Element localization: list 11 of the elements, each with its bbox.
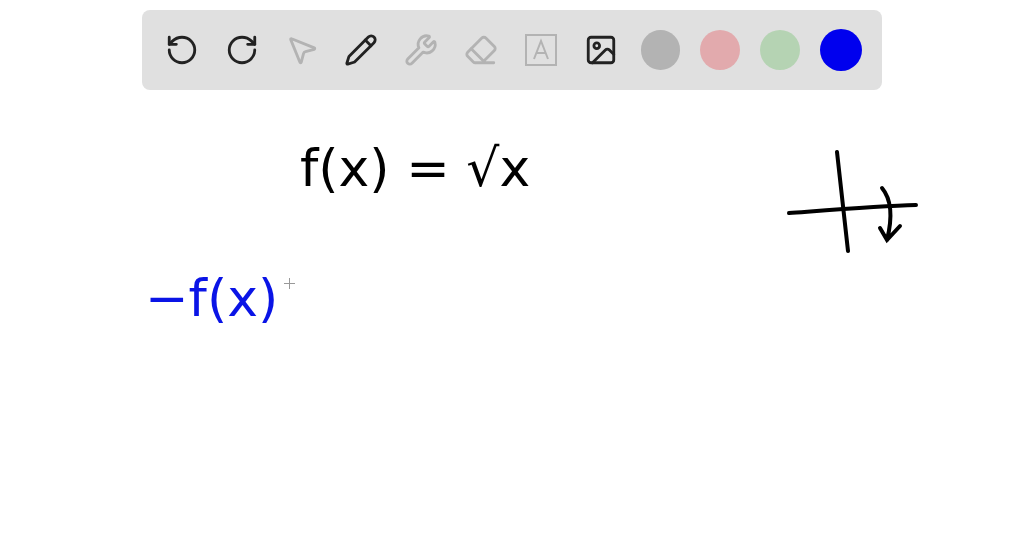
handwritten-note: f(x) = √x xyxy=(300,138,531,198)
handwritten-note: −f(x) xyxy=(145,268,279,328)
color-swatch[interactable] xyxy=(640,30,681,70)
crosshair-cursor-icon xyxy=(284,278,295,289)
wrench-icon xyxy=(404,33,439,67)
color-swatch[interactable] xyxy=(820,29,862,71)
text-icon xyxy=(523,33,558,67)
color-swatch[interactable] xyxy=(760,30,801,70)
color-swatch[interactable] xyxy=(700,30,741,70)
eraser-icon xyxy=(464,33,499,67)
pencil-icon xyxy=(344,33,379,67)
